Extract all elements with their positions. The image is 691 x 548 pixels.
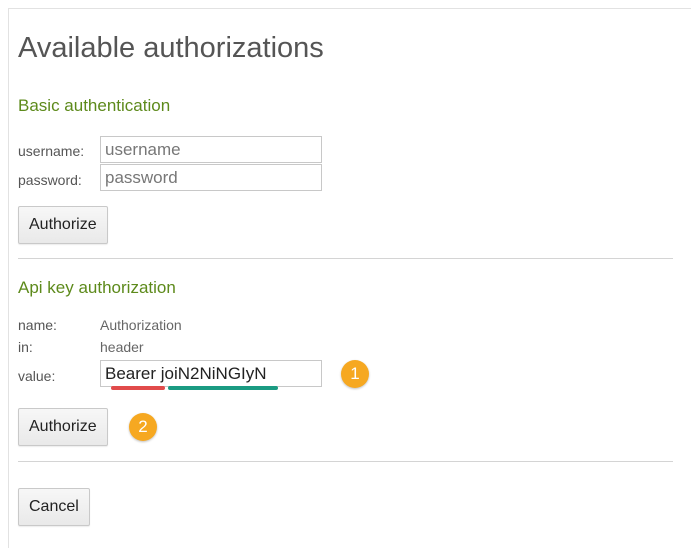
api-key-value-label: value: <box>18 368 56 384</box>
token-underline-marker <box>168 386 278 390</box>
api-key-name-label: name: <box>18 317 57 333</box>
basic-authorize-button[interactable]: Authorize <box>18 206 108 244</box>
step-badge-2: 2 <box>129 413 157 441</box>
footer-divider <box>18 461 673 462</box>
api-key-name-value: Authorization <box>100 317 182 333</box>
dialog-title: Available authorizations <box>18 32 324 64</box>
username-label: username: <box>18 143 85 159</box>
password-label: password: <box>18 172 82 188</box>
api-key-authorize-button[interactable]: Authorize <box>18 408 108 446</box>
api-key-in-value: header <box>100 339 144 355</box>
step-badge-1: 1 <box>341 360 369 388</box>
api-key-in-label: in: <box>18 339 33 355</box>
section-divider <box>18 258 673 259</box>
cancel-button[interactable]: Cancel <box>18 488 90 526</box>
api-key-section-title: Api key authorization <box>18 278 176 297</box>
api-key-value-input[interactable] <box>100 360 322 387</box>
username-input[interactable] <box>100 136 322 163</box>
basic-auth-section-title: Basic authentication <box>18 96 171 115</box>
password-input[interactable] <box>100 164 322 191</box>
scheme-underline-marker <box>111 386 165 390</box>
